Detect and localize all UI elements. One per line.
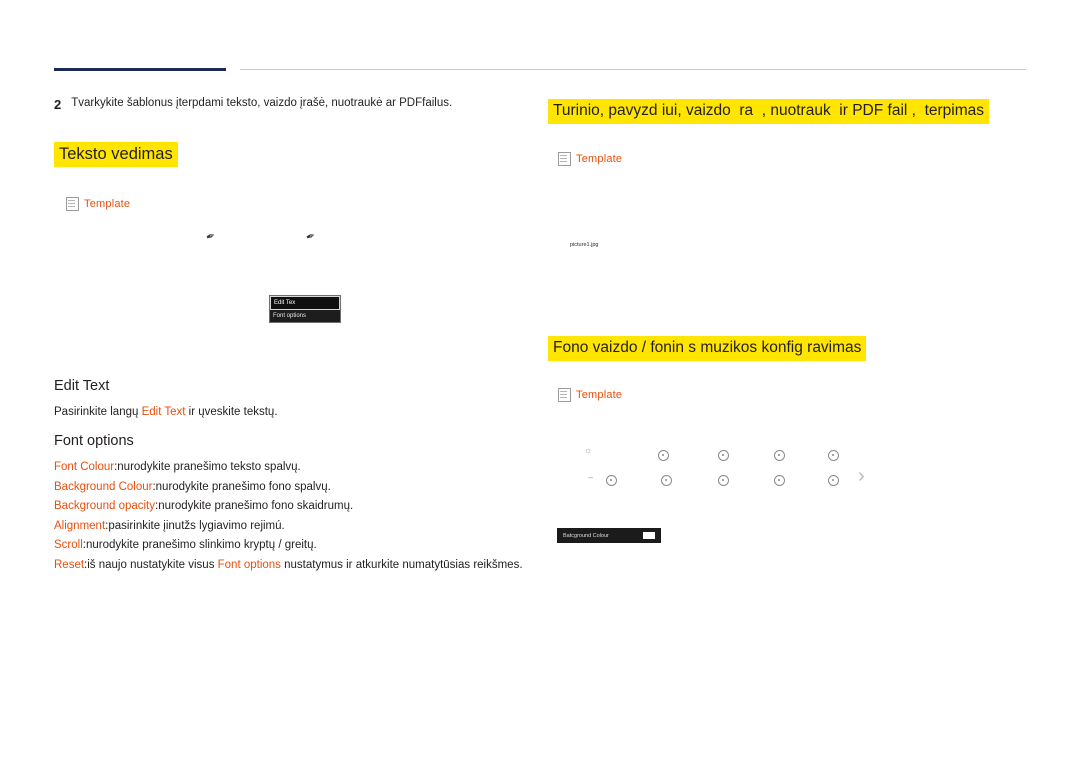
right-heading-top-wrap: Turinio, pavyzd iui, vaizdo ra , nuotrau… (548, 99, 990, 124)
step-row: 2 Tvarkykite šablonus įterpdami teksto, … (54, 96, 514, 112)
font-options-term: Font Colour (54, 461, 115, 473)
reset-emphasis: Font options (217, 558, 281, 571)
template-icon (66, 197, 79, 211)
background-colour-label: Batcground Colour (563, 532, 609, 539)
reset-term: Reset (54, 558, 85, 571)
font-options-desc: :pasirinkite įinutžs lygiavimo rejimú. (105, 519, 285, 532)
right-section-heading-bottom: Fono vaizdo / fonin s muzikos konfig rav… (548, 336, 867, 361)
left-screenshot-mock: ✒ ✒ Edit Tex Font options (54, 210, 494, 350)
template-icon (558, 388, 571, 402)
dash-icon: – (588, 472, 594, 482)
font-options-item: Font Colour:nurodykite pranešimo teksto … (54, 458, 524, 478)
font-options-desc: :nurodykite pranešimo teksto spalvų. (114, 461, 301, 473)
left-heading-wrap: Teksto vedimas (54, 142, 514, 167)
gear-icon (828, 475, 839, 486)
pen-icon-left: ✒ (204, 229, 218, 245)
template-label: Template (84, 198, 131, 210)
colour-swatch[interactable] (643, 532, 655, 539)
context-menu-item-edit-text[interactable]: Edit Tex (270, 296, 340, 310)
step-number: 2 (54, 97, 62, 112)
step-text: Tvarkykite šablonus įterpdami teksto, va… (71, 97, 453, 109)
right-screenshot-mock-bottom: ☼ – › Batcground Colour (548, 420, 1018, 570)
left-section-heading: Teksto vedimas (54, 142, 178, 167)
edit-text-heading: Edit Text (54, 378, 110, 394)
chevron-right-icon[interactable]: › (858, 466, 865, 486)
template-note-right-top: Template (558, 152, 622, 166)
header-rule-light (240, 69, 1026, 70)
font-options-desc: :nurodykite pranešimo slinkimo kryptų / … (82, 539, 317, 551)
font-options-term: Background opacity (54, 500, 156, 512)
font-options-item: Alignment:pasirinkite įinutžs lygiavimo … (54, 517, 524, 537)
edit-text-paragraph: Pasirinkite langų Edit Text ir ųveskite … (54, 403, 514, 423)
font-options-term: Scroll (54, 539, 83, 551)
font-options-item: Background opacity:nurodykite pranešimo … (54, 497, 524, 517)
font-options-item: Background Colour:nurodykite pranešimo f… (54, 478, 524, 498)
font-options-item: Scroll:nurodykite pranešimo slinkimo kry… (54, 536, 524, 556)
right-heading-bottom-wrap: Fono vaizdo / fonin s muzikos konfig rav… (548, 336, 867, 361)
gear-icon (658, 450, 669, 461)
pen-icon-right: ✒ (304, 229, 318, 245)
edit-text-prefix: Pasirinkite langų (54, 406, 142, 418)
template-note-left: Template (66, 197, 514, 211)
context-menu-item-font-options[interactable]: Font options (270, 310, 340, 322)
right-screenshot-mock-top: picture1.jpg (548, 180, 1018, 300)
right-section-heading-top: Turinio, pavyzd iui, vaizdo ra , nuotrau… (548, 99, 990, 124)
gear-icon (718, 450, 729, 461)
font-options-heading: Font options (54, 433, 134, 449)
gear-icon (718, 475, 729, 486)
gear-icon (828, 450, 839, 461)
template-note-row: Template (558, 388, 622, 402)
gear-icon (606, 475, 617, 486)
picture-file-label: picture1.jpg (570, 242, 599, 248)
header-rule-dark (54, 68, 226, 71)
font-options-section: Font options Font Colour:nurodykite pran… (54, 433, 524, 575)
gear-icon (661, 475, 672, 486)
reset-mid: :iš naujo nustatykite visus (84, 558, 218, 571)
reset-tail: nustatymus ir atkurkite numatytūsias rei… (280, 558, 523, 571)
font-options-term: Background Colour (54, 480, 153, 493)
font-options-desc: :nurodykite pranešimo fono skaidrumų. (155, 500, 354, 512)
context-menu[interactable]: Edit Tex Font options (269, 295, 341, 323)
left-column: 2 Tvarkykite šablonus įterpdami teksto, … (54, 96, 514, 211)
template-note-row: Template (558, 152, 622, 166)
edit-text-section: Edit Text Pasirinkite langų Edit Text ir… (54, 378, 514, 423)
font-options-term: Alignment (54, 519, 106, 532)
template-note-right-bottom: Template (558, 388, 622, 402)
document-page: 2 Tvarkykite šablonus įterpdami teksto, … (0, 0, 1080, 763)
gear-icon (774, 450, 785, 461)
template-label: Template (576, 153, 623, 165)
edit-text-suffix: ir ųveskite tekstų. (185, 406, 278, 418)
font-options-desc: :nurodykite pranešimo fono spalvų. (152, 480, 331, 493)
sun-icon: ☼ (584, 445, 593, 455)
template-icon (558, 152, 571, 166)
background-colour-bar[interactable]: Batcground Colour (557, 528, 661, 543)
font-options-reset-item: Reset:iš naujo nustatykite visus Font op… (54, 556, 524, 576)
gear-icon (774, 475, 785, 486)
template-label: Template (576, 389, 623, 401)
edit-text-emphasis: Edit Text (141, 406, 186, 418)
